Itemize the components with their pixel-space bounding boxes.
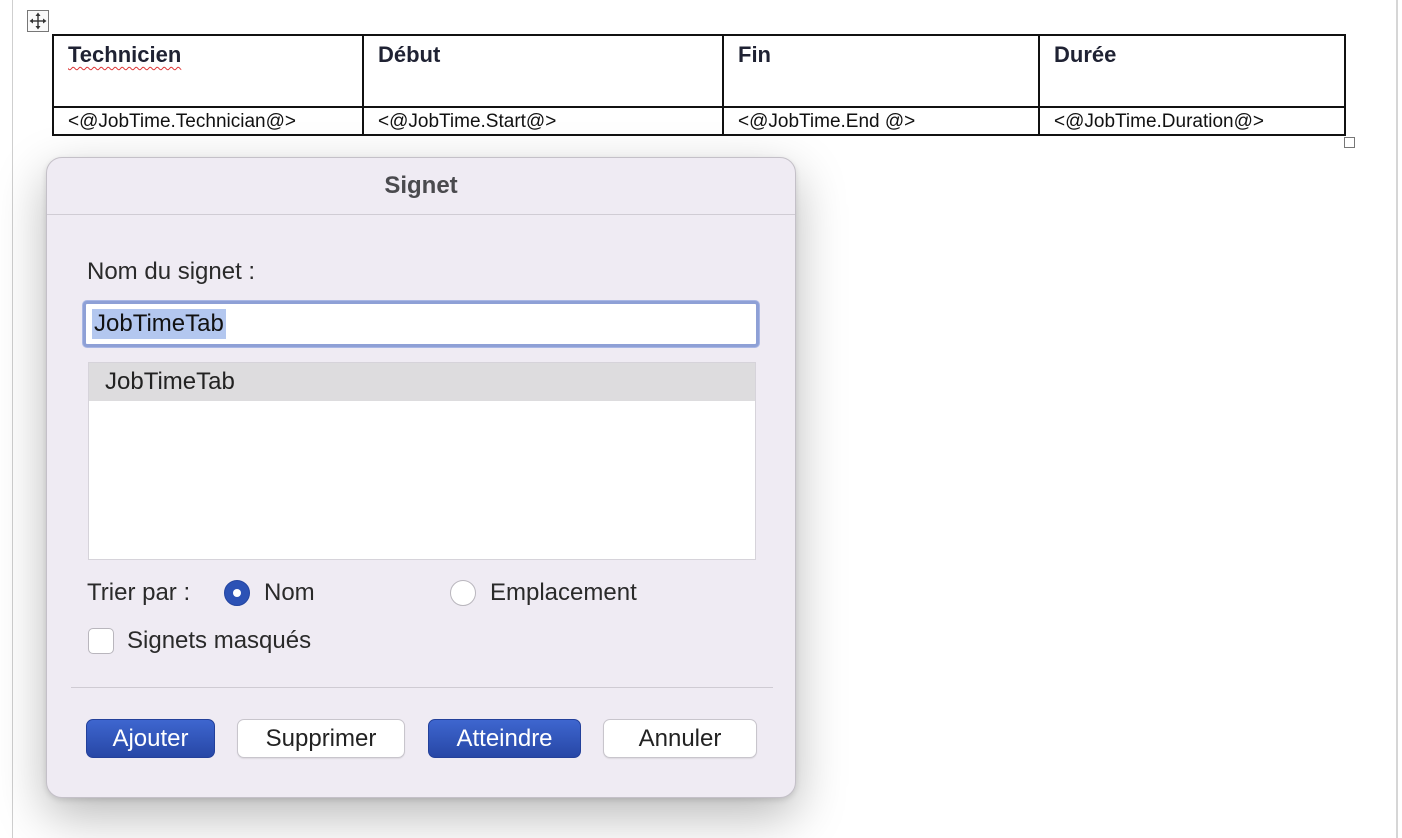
cell-technician[interactable]: <@JobTime.Technician@>: [52, 106, 364, 136]
header-cell-duration[interactable]: Durée: [1038, 34, 1346, 108]
table-move-handle[interactable]: [27, 10, 49, 32]
hidden-bookmarks-label[interactable]: Signets masqués: [127, 627, 311, 655]
header-start-text: Début: [378, 42, 441, 67]
header-end-text: Fin: [738, 42, 771, 67]
header-cell-end[interactable]: Fin: [722, 34, 1040, 108]
cell-end[interactable]: <@JobTime.End @>: [722, 106, 1040, 136]
table-resize-handle-icon[interactable]: [1344, 137, 1355, 148]
header-cell-technician[interactable]: Technicien: [52, 34, 364, 108]
page-right-edge: [1396, 0, 1398, 838]
cell-start-text: <@JobTime.Start@>: [378, 111, 557, 132]
dialog-title: Signet: [384, 172, 458, 199]
move-icon: [29, 12, 47, 30]
bookmark-name-input[interactable]: JobTimeTab: [83, 301, 759, 347]
bookmark-list[interactable]: JobTimeTab: [88, 362, 756, 560]
sort-location-radio[interactable]: [450, 580, 476, 606]
list-item[interactable]: JobTimeTab: [89, 363, 755, 401]
table-row: <@JobTime.Technician@> <@JobTime.Start@>…: [52, 106, 1346, 136]
bookmark-name-value: JobTimeTab: [92, 309, 226, 339]
cell-end-text: <@JobTime.End @>: [738, 111, 916, 132]
header-cell-start[interactable]: Début: [362, 34, 724, 108]
document-page: Technicien Début Fin Durée <@JobTime.Tec…: [0, 0, 1402, 838]
header-technician-text: Technicien: [68, 42, 182, 67]
jobtime-table: Technicien Début Fin Durée <@JobTime.Tec…: [52, 34, 1346, 136]
cancel-button[interactable]: Annuler: [603, 719, 757, 758]
goto-button[interactable]: Atteindre: [428, 719, 581, 758]
header-duration-text: Durée: [1054, 42, 1117, 67]
hidden-bookmarks-checkbox[interactable]: [88, 628, 114, 654]
cell-technician-text: <@JobTime.Technician@>: [68, 111, 296, 132]
sort-location-label[interactable]: Emplacement: [490, 579, 637, 607]
cell-duration[interactable]: <@JobTime.Duration@>: [1038, 106, 1346, 136]
sort-by-label: Trier par :: [87, 579, 191, 606]
sort-name-radio[interactable]: [224, 580, 250, 606]
dialog-titlebar: Signet: [47, 158, 795, 215]
table-header-row: Technicien Début Fin Durée: [52, 34, 1346, 108]
dialog-separator: [71, 687, 773, 688]
cell-start[interactable]: <@JobTime.Start@>: [362, 106, 724, 136]
page-left-edge: [12, 0, 13, 838]
add-button[interactable]: Ajouter: [86, 719, 215, 758]
bookmark-dialog: Signet Nom du signet : JobTimeTab JobTim…: [46, 157, 796, 798]
delete-button[interactable]: Supprimer: [237, 719, 405, 758]
sort-name-label[interactable]: Nom: [264, 579, 315, 607]
cell-duration-text: <@JobTime.Duration@>: [1054, 111, 1265, 132]
bookmark-name-label: Nom du signet :: [87, 258, 256, 285]
